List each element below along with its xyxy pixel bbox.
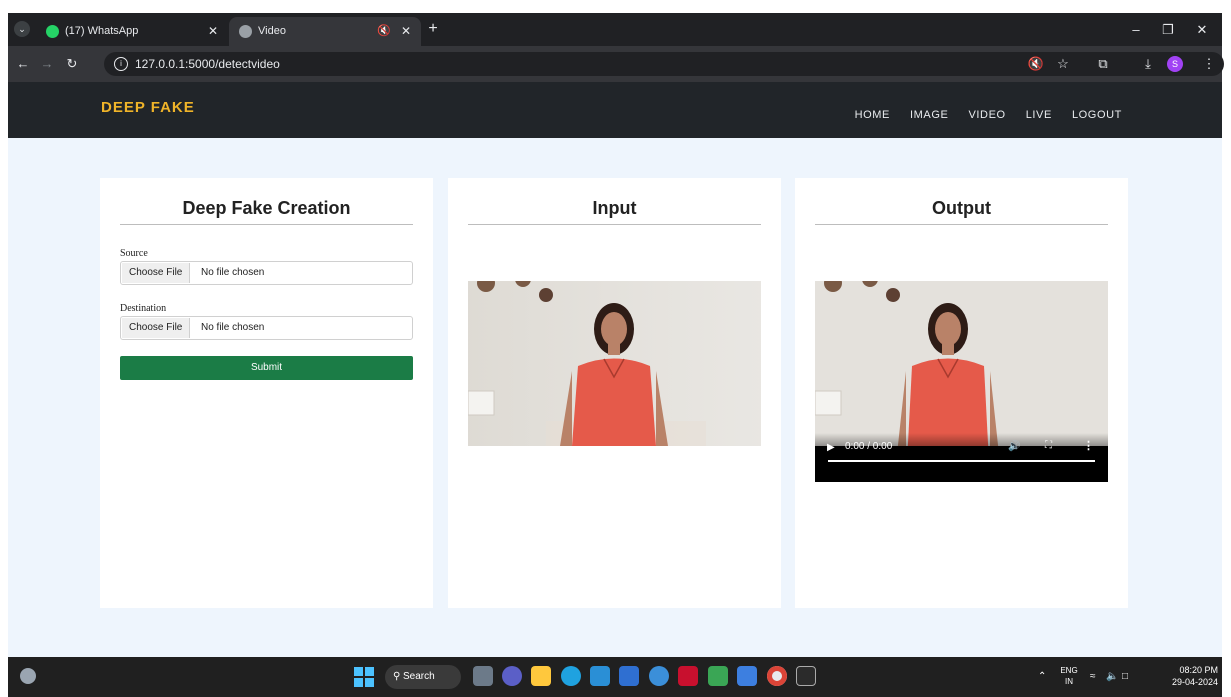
- tab-title: Video: [258, 25, 286, 37]
- file-status: No file chosen: [201, 267, 265, 278]
- extensions-icon[interactable]: ⧉: [1094, 55, 1112, 73]
- creation-card: Deep Fake Creation Source Choose File No…: [100, 178, 433, 608]
- nav-image[interactable]: IMAGE: [910, 109, 948, 121]
- video-frame: [468, 281, 761, 446]
- tab-title: (17) WhatsApp: [65, 25, 139, 37]
- task-view-icon[interactable]: [473, 666, 493, 686]
- teams-icon[interactable]: [502, 666, 522, 686]
- page-body: Deep Fake Creation Source Choose File No…: [8, 138, 1222, 657]
- clock[interactable]: 08:20 PM 29-04-2024: [1158, 664, 1218, 688]
- close-icon[interactable]: ✕: [208, 17, 218, 46]
- muted-site-icon[interactable]: 🔇: [1027, 55, 1045, 73]
- video-time: 0:00 / 0:00: [845, 441, 893, 452]
- whatsapp-icon: [46, 25, 59, 38]
- region-code: IN: [1065, 677, 1073, 686]
- taskbar-search[interactable]: ⚲ Search: [385, 665, 461, 689]
- choose-file-button[interactable]: Choose File: [122, 263, 191, 283]
- forward-icon[interactable]: →: [38, 55, 56, 73]
- card-title: Deep Fake Creation: [120, 198, 413, 225]
- store-icon[interactable]: [590, 666, 610, 686]
- address-bar[interactable]: i 127.0.0.1:5000/detectvideo 🔇 ☆ ⧉ ⤓ S ⋮: [104, 52, 1224, 76]
- url-text[interactable]: 127.0.0.1:5000/detectvideo: [135, 52, 280, 76]
- battery-icon[interactable]: □: [1122, 657, 1128, 697]
- screen: ⌄ (17) WhatsApp ✕ Video 🔇 ✕ + – ❐ ✕ ← → …: [0, 0, 1231, 697]
- search-icon: ⚲: [393, 671, 401, 682]
- progress-bar[interactable]: [828, 460, 1095, 462]
- more-options-icon[interactable]: ⋮: [1083, 439, 1094, 452]
- site-navbar: DEEP FAKE HOME IMAGE VIDEO LIVE LOGOUT: [8, 82, 1222, 138]
- mcafee-icon[interactable]: [678, 666, 698, 686]
- windows-start-icon[interactable]: [354, 667, 374, 687]
- app-icon[interactable]: [708, 666, 728, 686]
- video-controls: ▶ 0:00 / 0:00 🔊 ⛶ ⋮: [815, 433, 1108, 482]
- search-label: Search: [403, 671, 435, 682]
- output-card: Output ▶ 0:00 / 0:00 🔊 ⛶ ⋮: [795, 178, 1128, 608]
- submit-button[interactable]: Submit: [120, 356, 413, 380]
- profile-avatar[interactable]: S: [1167, 56, 1183, 72]
- tray-overflow-icon[interactable]: ⌃: [1038, 657, 1046, 697]
- chrome-icon[interactable]: [767, 666, 787, 686]
- notepad-icon[interactable]: [737, 666, 757, 686]
- browser-tab-strip: ⌄ (17) WhatsApp ✕ Video 🔇 ✕ + – ❐ ✕: [8, 13, 1222, 46]
- browser-toolbar: ← → ↻ i 127.0.0.1:5000/detectvideo 🔇 ☆ ⧉…: [8, 46, 1224, 82]
- back-icon[interactable]: ←: [14, 55, 32, 73]
- input-video[interactable]: [468, 281, 761, 446]
- volume-icon[interactable]: 🔊: [1008, 441, 1020, 452]
- clock-date: 29-04-2024: [1171, 677, 1218, 687]
- source-file-input[interactable]: Choose File No file chosen: [120, 261, 413, 285]
- file-explorer-icon[interactable]: [531, 666, 551, 686]
- input-card: Input: [448, 178, 781, 608]
- language-code: ENG: [1060, 666, 1078, 675]
- new-tab-button[interactable]: +: [421, 17, 445, 41]
- app-icon[interactable]: [619, 666, 639, 686]
- bookmark-star-icon[interactable]: ☆: [1054, 55, 1072, 73]
- muted-audio-icon[interactable]: 🔇: [377, 17, 391, 46]
- card-title: Output: [815, 198, 1108, 225]
- tab-video[interactable]: Video 🔇 ✕: [229, 17, 421, 46]
- terminal-icon[interactable]: [796, 666, 816, 686]
- site-info-icon[interactable]: i: [114, 57, 128, 71]
- volume-muted-icon[interactable]: 🔈: [1106, 657, 1118, 697]
- destination-label: Destination: [120, 303, 167, 314]
- file-status: No file chosen: [201, 322, 265, 333]
- nav-live[interactable]: LIVE: [1026, 109, 1052, 121]
- destination-file-input[interactable]: Choose File No file chosen: [120, 316, 413, 340]
- app-icon[interactable]: [649, 666, 669, 686]
- taskbar: ⚲ Search ⌃ ENG IN ≈ 🔈 □ 08:20 PM 29-04-2…: [8, 657, 1222, 697]
- choose-file-button[interactable]: Choose File: [122, 318, 191, 338]
- card-title: Input: [468, 198, 761, 225]
- wifi-icon[interactable]: ≈: [1090, 657, 1096, 697]
- language-indicator[interactable]: ENG IN: [1058, 657, 1080, 697]
- nav-video[interactable]: VIDEO: [968, 109, 1005, 121]
- source-label: Source: [120, 248, 148, 259]
- tab-whatsapp[interactable]: (17) WhatsApp ✕: [36, 17, 228, 46]
- weather-widget-icon[interactable]: [20, 668, 36, 684]
- tab-search-button[interactable]: ⌄: [14, 21, 30, 37]
- close-icon[interactable]: ✕: [401, 17, 411, 46]
- reload-icon[interactable]: ↻: [63, 55, 81, 73]
- restore-icon[interactable]: ❐: [1152, 13, 1184, 46]
- clock-time: 08:20 PM: [1179, 665, 1218, 675]
- nav-home[interactable]: HOME: [855, 109, 890, 121]
- fullscreen-icon[interactable]: ⛶: [1045, 440, 1052, 451]
- minimize-icon[interactable]: –: [1120, 13, 1152, 46]
- edge-icon[interactable]: [561, 666, 581, 686]
- close-window-icon[interactable]: ✕: [1186, 13, 1218, 46]
- globe-icon: [239, 25, 252, 38]
- download-icon[interactable]: ⤓: [1139, 55, 1157, 73]
- menu-dots-icon[interactable]: ⋮: [1200, 55, 1218, 73]
- brand-logo[interactable]: DEEP FAKE: [101, 99, 195, 116]
- play-icon[interactable]: ▶: [827, 442, 835, 453]
- output-video[interactable]: ▶ 0:00 / 0:00 🔊 ⛶ ⋮: [815, 281, 1108, 482]
- nav-links: HOME IMAGE VIDEO LIVE LOGOUT: [855, 109, 1122, 121]
- nav-logout[interactable]: LOGOUT: [1072, 109, 1122, 121]
